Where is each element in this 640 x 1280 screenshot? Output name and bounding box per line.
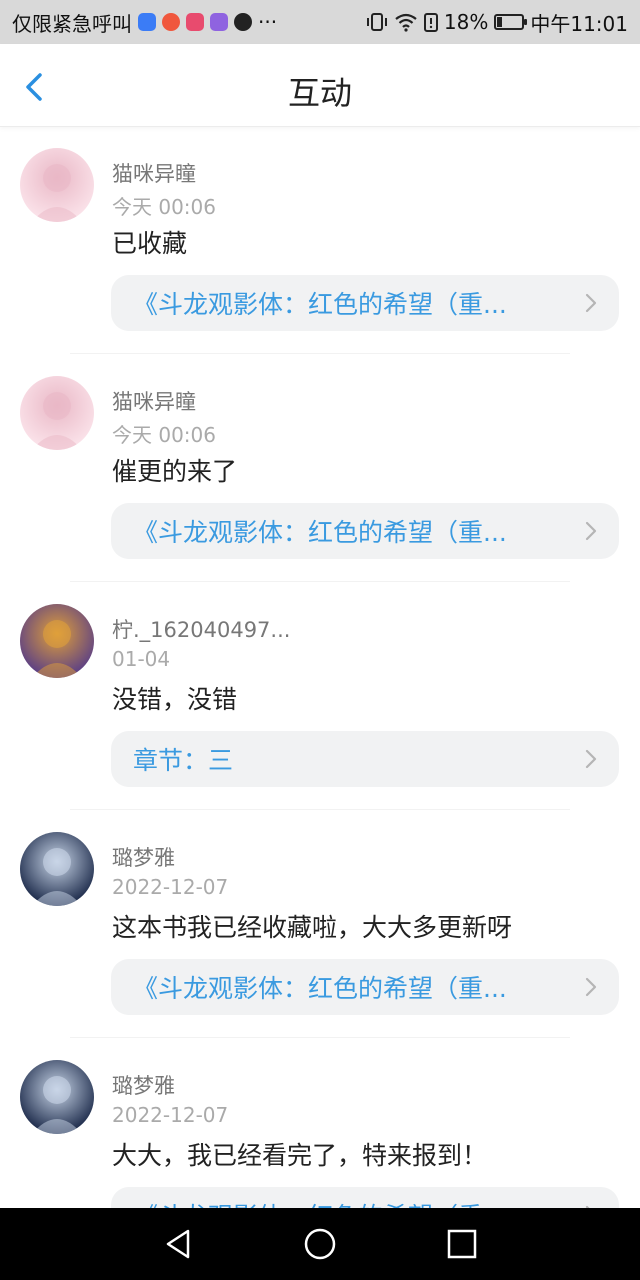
referenced-work-title: 《斗龙观影体：红色的希望（重...	[133, 974, 507, 1003]
referenced-work-button[interactable]: 章节：三	[111, 731, 619, 787]
avatar[interactable]	[20, 376, 94, 450]
referenced-work-title: 《斗龙观影体：红色的希望（重...	[133, 518, 507, 547]
timestamp: 01-04	[112, 647, 171, 671]
page-title: 互动	[287, 74, 352, 112]
user-name[interactable]: 猫咪异瞳	[112, 386, 196, 416]
carrier-text: 仅限紧急呼叫	[12, 11, 132, 36]
avatar[interactable]	[20, 148, 94, 222]
baidu-app-icon	[186, 13, 204, 31]
chevron-right-icon	[585, 293, 597, 313]
wifi-icon	[395, 13, 417, 32]
app-icon-red	[162, 13, 180, 31]
timestamp: 今天 00:06	[112, 423, 216, 447]
user-name[interactable]: 猫咪异瞳	[112, 158, 196, 188]
comment-text: 已收藏	[112, 229, 188, 258]
home-circle-icon[interactable]	[302, 1226, 338, 1262]
user-name[interactable]: 璐梦雅	[112, 1070, 175, 1100]
user-name[interactable]: 柠._162040497...	[112, 614, 290, 644]
referenced-work-button[interactable]: 《斗龙观影体：红色的希望（重...	[111, 275, 619, 331]
avatar[interactable]	[20, 1060, 94, 1134]
chevron-right-icon	[585, 749, 597, 769]
status-bar-left: 仅限紧急呼叫 ···	[12, 8, 277, 37]
referenced-work-button[interactable]: 《斗龙观影体：红色的希望（重...	[111, 503, 619, 559]
battery-percent: 18%	[443, 10, 489, 34]
referenced-work-button[interactable]: 《斗龙观影体：红色的希望（重...	[111, 1187, 619, 1208]
list-item[interactable]: 柠._162040497... 01-04 没错，没错 章节：三	[0, 582, 640, 810]
interaction-list[interactable]: 猫咪异瞳 今天 00:06 已收藏 《斗龙观影体：红色的希望（重... 猫咪异瞳…	[0, 126, 640, 1208]
vibrate-icon	[366, 13, 387, 31]
system-nav-bar	[0, 1208, 640, 1280]
comment-text: 催更的来了	[112, 457, 238, 486]
list-item[interactable]: 璐梦雅 2022-12-07 大大，我已经看完了，特来报到！ 《斗龙观影体：红色…	[0, 1038, 640, 1208]
timestamp: 今天 00:06	[112, 195, 216, 219]
chevron-right-icon	[585, 521, 597, 541]
status-bar: 仅限紧急呼叫 ··· 18% 中午11:01	[0, 0, 640, 44]
avatar[interactable]	[20, 604, 94, 678]
more-notifications: ···	[258, 10, 278, 34]
referenced-work-title: 章节：三	[133, 746, 234, 775]
status-bar-right: 18% 中午11:01	[366, 8, 628, 37]
tiktok-app-icon	[234, 13, 252, 31]
avatar[interactable]	[20, 832, 94, 906]
user-name[interactable]: 璐梦雅	[112, 842, 175, 872]
timestamp: 2022-12-07	[112, 1103, 229, 1127]
list-item[interactable]: 璐梦雅 2022-12-07 这本书我已经收藏啦，大大多更新呀 《斗龙观影体：红…	[0, 810, 640, 1038]
list-item[interactable]: 猫咪异瞳 今天 00:06 催更的来了 《斗龙观影体：红色的希望（重...	[0, 354, 640, 582]
clock: 中午11:01	[530, 11, 628, 36]
timestamp: 2022-12-07	[112, 875, 229, 899]
battery-icon	[494, 14, 528, 30]
back-triangle-icon[interactable]	[160, 1226, 196, 1262]
referenced-work-title: 《斗龙观影体：红色的希望（重...	[133, 290, 507, 319]
header: 互动	[0, 44, 640, 127]
battery-alert-icon	[423, 13, 438, 32]
recents-square-icon[interactable]	[444, 1226, 480, 1262]
chevron-right-icon	[585, 977, 597, 997]
comment-text: 这本书我已经收藏啦，大大多更新呀	[112, 913, 513, 942]
comment-text: 大大，我已经看完了，特来报到！	[112, 1141, 488, 1170]
referenced-work-title: 《斗龙观影体：红色的希望（重...	[133, 1197, 507, 1208]
app-icon-purple	[210, 13, 228, 31]
comment-text: 没错，没错	[112, 685, 238, 714]
referenced-work-button[interactable]: 《斗龙观影体：红色的希望（重...	[111, 959, 619, 1015]
list-item[interactable]: 猫咪异瞳 今天 00:06 已收藏 《斗龙观影体：红色的希望（重...	[0, 126, 640, 354]
zhihu-app-icon	[138, 13, 156, 31]
